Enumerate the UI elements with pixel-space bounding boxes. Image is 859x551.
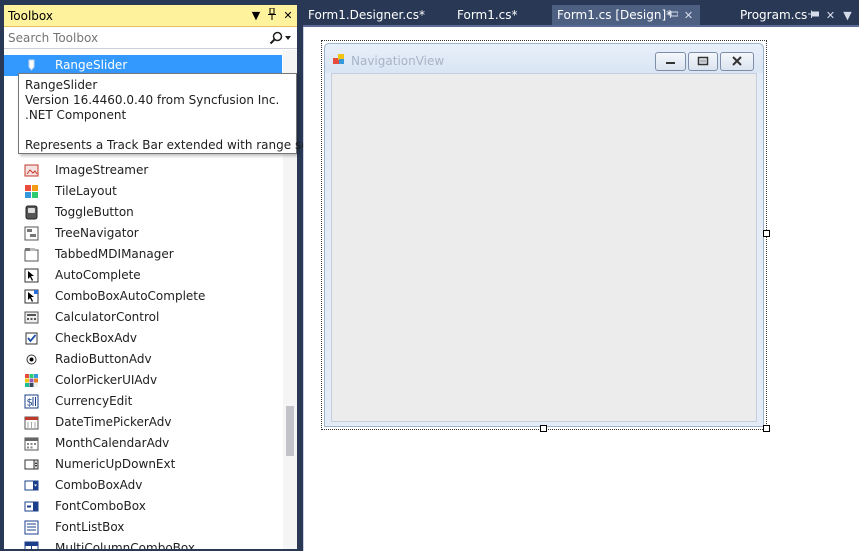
toolbox-item-tabbedmdimanager[interactable]: TabbedMDIManager [4,244,282,265]
document-tab-bar: Form1.Designer.cs* Form1.cs* Form1.cs [D… [303,0,859,26]
toolbox-item-fontlistbox[interactable]: FontListBox [4,517,282,538]
toolbox-item-radiobuttonadv[interactable]: RadioButtonAdv [4,349,282,370]
numeric-updown-icon [24,459,39,470]
program-tab-close-icon[interactable]: ✕ [824,8,837,23]
checkbox-icon [25,332,38,345]
multicolumn-combobox-icon [24,541,39,549]
program-tab-pin-icon[interactable] [807,8,820,23]
tab-form1-cs[interactable]: Form1.cs* [452,5,550,25]
tab-close-icon[interactable]: ✕ [682,8,695,23]
toolbox-item-datetimepickeradv[interactable]: DateTimePickerAdv [4,412,282,433]
toolbox-item-monthcalendaradv[interactable]: MonthCalendarAdv [4,433,282,454]
window-position-dropdown-icon[interactable]: ▼ [249,8,263,23]
maximize-button[interactable] [688,52,718,71]
tooltip-description: Represents a Track Bar extended with ran… [25,138,337,152]
tooltip-version: Version 16.4460.0.40 from Syncfusion Inc… [25,93,280,107]
toolbox-item-checkboxadv[interactable]: CheckBoxAdv [4,328,282,349]
autocomplete-icon [24,268,39,283]
toolbox-item-comboboxadv[interactable]: ComboBoxAdv [4,475,282,496]
toolbox-item-togglebutton[interactable]: ToggleButton [4,202,282,223]
currency-icon: $ [24,394,39,409]
toolbox-item-multicolumncombobox[interactable]: MultiColumnComboBox [4,538,282,549]
toolbox-close-icon[interactable]: ✕ [281,8,295,23]
tab-form1-design[interactable]: Form1.cs [Design]* ✕ [552,5,700,25]
scrollbar-thumb[interactable] [286,406,294,456]
form-title: NavigationView [351,54,445,68]
close-icon [732,56,742,66]
tooltip-kind: .NET Component [25,108,127,122]
form-app-icon [333,54,344,64]
resize-handle-right[interactable] [763,230,770,237]
image-streamer-icon [24,164,39,177]
search-options-dropdown-icon[interactable] [285,36,291,40]
color-picker-icon [25,374,38,387]
tab-form1-designer-cs[interactable]: Form1.Designer.cs* [303,5,445,25]
toolbox-search-input[interactable] [8,30,263,46]
datetime-picker-icon [24,416,39,430]
tile-layout-icon [25,185,38,198]
resize-handle-bottom[interactable] [540,425,547,432]
tab-overflow-dropdown-icon[interactable]: ▼ [841,8,854,23]
toolbox-item-tooltip: RangeSlider Version 16.4460.0.40 from Sy… [18,73,337,154]
toolbox-search [4,27,297,49]
form-design-surface[interactable]: NavigationView [303,27,859,551]
tooltip-component-name: RangeSlider [25,78,98,92]
toolbox-item-autocomplete[interactable]: AutoComplete [4,265,282,286]
form-client-area[interactable] [331,73,757,422]
maximize-icon [697,56,709,66]
toolbox-item-calculatorcontrol[interactable]: CalculatorControl [4,307,282,328]
toolbox-title-bar[interactable]: Toolbox ▼ ✕ [4,5,297,27]
close-button[interactable] [720,52,754,71]
form-navigationview[interactable]: NavigationView [324,43,764,427]
toolbox-item-fontcombobox[interactable]: FontComboBox [4,496,282,517]
toolbox-item-colorpickeruiadv[interactable]: ColorPickerUIAdv [4,370,282,391]
minimize-button[interactable] [655,52,686,71]
tabbed-mdi-icon [24,248,39,262]
auto-hide-pin-icon[interactable] [265,7,279,23]
toolbox-item-currencyedit[interactable]: $ CurrencyEdit [4,391,282,412]
toolbox-item-tilelayout[interactable]: TileLayout [4,181,282,202]
minimize-icon [666,62,675,64]
radio-button-icon [26,354,37,365]
toggle-button-icon [25,205,38,220]
tab-program-cs[interactable]: Program.cs ✕ ▼ [735,5,859,25]
font-combobox-icon [24,501,39,512]
form-title-bar[interactable]: NavigationView [325,44,763,73]
range-slider-icon [28,59,35,71]
toolbox-item-numericupdownext[interactable]: NumericUpDownExt [4,454,282,475]
calculator-icon [24,311,39,324]
toolbox-item-treenavigator[interactable]: TreeNavigator [4,223,282,244]
search-icon[interactable] [269,31,283,45]
month-calendar-icon [24,437,39,451]
toolbox-item-imagestreamer[interactable]: ImageStreamer [4,160,282,181]
svg-text:$: $ [27,398,33,409]
resize-handle-bottom-right[interactable] [763,425,770,432]
tab-pin-icon[interactable] [666,8,679,23]
font-listbox-icon [24,520,39,535]
toolbox-panel: Toolbox ▼ ✕ RangeSlider ImageStrea [0,0,337,551]
tree-navigator-icon [24,226,39,241]
combobox-autocomplete-icon [24,289,39,304]
toolbox-title: Toolbox [8,9,53,23]
combobox-icon [24,480,39,491]
toolbox-item-comboboxautocomplete[interactable]: ComboBoxAutoComplete [4,286,282,307]
